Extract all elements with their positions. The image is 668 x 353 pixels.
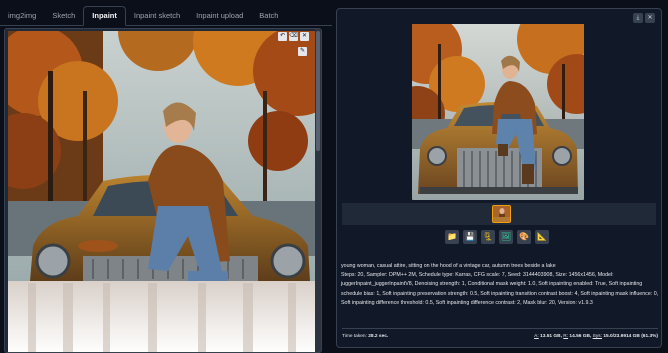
- params-text: Steps: 20, Sampler: DPM++ 2M, Schedule t…: [341, 272, 659, 306]
- save-icon-glyph: 💾: [465, 232, 475, 241]
- send-to-extras-icon[interactable]: 📐: [535, 230, 549, 244]
- folder-icon[interactable]: 📁: [445, 230, 459, 244]
- output-panel: ⤓ ✕ 📁 💾 🗜 🖼 🎨 📐 young woman, casual atti…: [336, 8, 662, 348]
- result-image[interactable]: [412, 24, 584, 200]
- folder-icon-glyph: 📁: [447, 232, 457, 241]
- tab-bar: img2img Sketch Inpaint Inpaint sketch In…: [0, 6, 332, 26]
- send-to-inpaint-icon[interactable]: 🎨: [517, 230, 531, 244]
- tab-inpaint[interactable]: Inpaint: [83, 6, 126, 26]
- send-to-extras-icon-glyph: 📐: [537, 232, 547, 241]
- undo-icon[interactable]: ↶: [278, 32, 287, 41]
- generation-info: young woman, casual attire, sitting on t…: [341, 262, 659, 308]
- output-controls: ⤓ ✕: [633, 13, 655, 23]
- mem-r-value: 14.56 GB,: [569, 334, 592, 339]
- scrollbar-thumb[interactable]: [316, 31, 320, 151]
- prompt-text: young woman, casual attire, sitting on t…: [341, 263, 556, 269]
- close-icon[interactable]: ✕: [300, 32, 309, 41]
- time-value: 28.2 sec.: [368, 334, 389, 339]
- brush-icon[interactable]: ✎: [298, 47, 307, 56]
- gallery-thumbnail[interactable]: [492, 205, 511, 223]
- time-taken: Time taken: 28.2 sec.: [342, 334, 388, 339]
- tab-img2img[interactable]: img2img: [0, 5, 44, 25]
- timing-bar: Time taken: 28.2 sec. A: 13.51 GB, R: 14…: [342, 328, 658, 344]
- mem-sys-value: 15.0/23.9914 GB (61.3%): [603, 334, 658, 339]
- mem-a-value: 13.51 GB,: [540, 334, 562, 339]
- app-root: img2img Sketch Inpaint Inpaint sketch In…: [0, 0, 668, 353]
- source-image: [8, 31, 320, 352]
- time-label: Time taken:: [342, 334, 367, 339]
- canvas-toolbar: ↶ ⌫ ✕: [278, 32, 309, 41]
- gallery-strip: [342, 203, 656, 225]
- generated-image: [412, 24, 584, 200]
- tab-inpaint-upload[interactable]: Inpaint upload: [188, 5, 251, 25]
- mem-sys-label: Sys:: [592, 334, 602, 339]
- save-icon[interactable]: 💾: [463, 230, 477, 244]
- tab-inpaint-sketch[interactable]: Inpaint sketch: [126, 5, 188, 25]
- download-icon[interactable]: ⤓: [633, 13, 643, 23]
- tab-sketch[interactable]: Sketch: [44, 5, 83, 25]
- zip-icon-glyph: 🗜: [482, 232, 494, 241]
- send-to-img2img-icon[interactable]: 🖼: [499, 230, 513, 244]
- send-to-inpaint-icon-glyph: 🎨: [519, 232, 529, 241]
- mem-r-label: R:: [563, 334, 569, 339]
- inpaint-canvas[interactable]: [8, 31, 320, 352]
- inpaint-canvas-panel: ↶ ⌫ ✕ ✎: [4, 28, 322, 353]
- zip-icon[interactable]: 🗜: [481, 230, 495, 244]
- output-action-bar: 📁 💾 🗜 🖼 🎨 📐: [445, 230, 549, 244]
- memory-stats: A: 13.51 GB, R: 14.56 GB, Sys: 15.0/23.9…: [534, 334, 658, 339]
- close-icon[interactable]: ✕: [645, 13, 655, 23]
- mem-a-label: A:: [534, 334, 539, 339]
- tab-batch[interactable]: Batch: [251, 5, 286, 25]
- canvas-scrollbar[interactable]: [315, 29, 321, 352]
- send-to-img2img-icon-glyph: 🖼: [500, 232, 512, 241]
- eraser-icon[interactable]: ⌫: [289, 32, 298, 41]
